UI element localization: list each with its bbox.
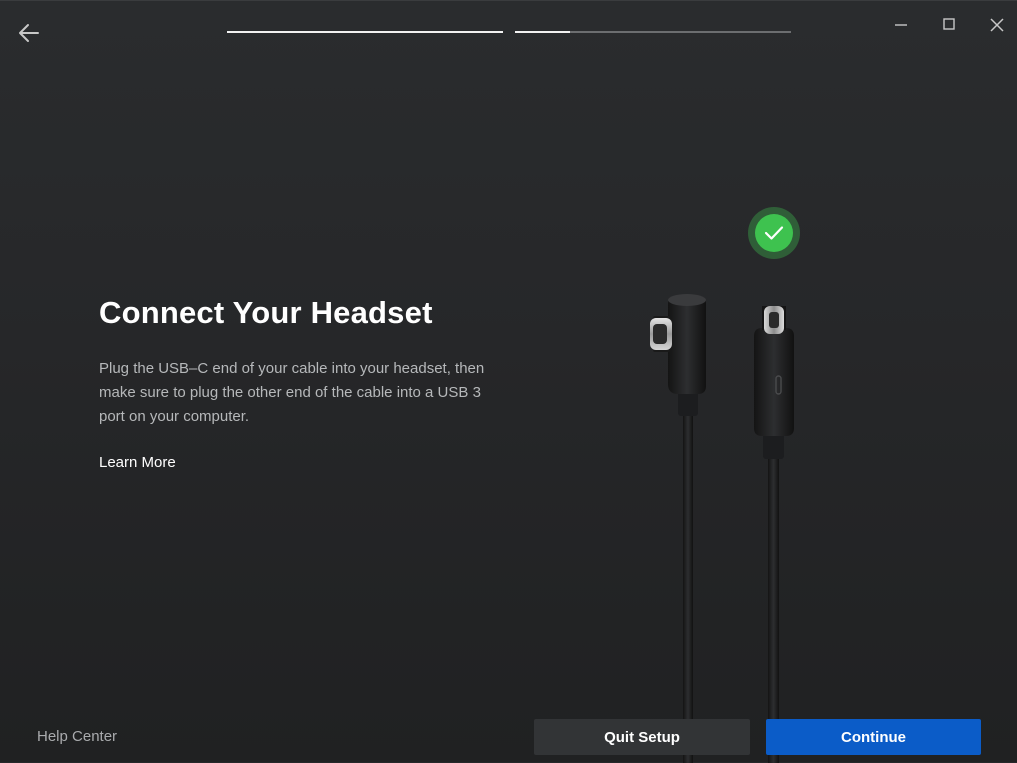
quit-setup-button[interactable]: Quit Setup bbox=[534, 719, 750, 755]
maximize-icon bbox=[943, 18, 955, 30]
setup-window: Connect Your Headset Plug the USB–C end … bbox=[0, 0, 1017, 763]
page-description: Plug the USB–C end of your cable into yo… bbox=[99, 360, 485, 425]
help-center-link[interactable]: Help Center bbox=[37, 728, 117, 745]
straight-usb-c-connector bbox=[754, 306, 794, 763]
minimize-button[interactable] bbox=[886, 11, 916, 39]
check-circle-icon bbox=[748, 207, 800, 259]
progress-step-2 bbox=[515, 31, 791, 33]
angled-usb-c-connector bbox=[650, 294, 706, 763]
progress-step-2-fill bbox=[515, 31, 571, 33]
close-button[interactable] bbox=[982, 11, 1012, 39]
page-title: Connect Your Headset bbox=[99, 295, 433, 330]
close-icon bbox=[990, 18, 1004, 32]
arrow-left-icon bbox=[19, 24, 39, 42]
progress-step-1 bbox=[227, 31, 503, 33]
progress-step-1-fill bbox=[227, 31, 503, 33]
usb-c-cable-illustration bbox=[650, 207, 800, 763]
learn-more-link[interactable]: Learn More bbox=[99, 454, 176, 471]
minimize-icon bbox=[895, 24, 907, 26]
back-button[interactable] bbox=[14, 19, 44, 47]
continue-button[interactable]: Continue bbox=[766, 719, 981, 755]
maximize-button[interactable] bbox=[934, 11, 964, 39]
